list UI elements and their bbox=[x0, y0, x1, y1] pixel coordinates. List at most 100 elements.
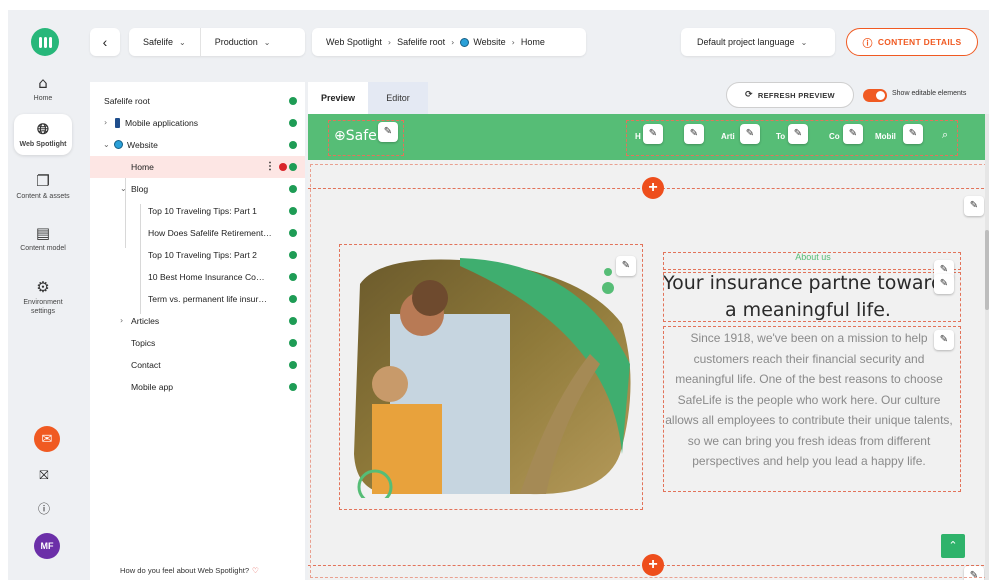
status-icon bbox=[289, 383, 297, 391]
edit-icon[interactable]: ✎ bbox=[788, 124, 808, 144]
website-icon bbox=[460, 37, 470, 47]
tree-item-mobile-applications[interactable]: › Mobile applications bbox=[90, 112, 305, 134]
breadcrumb-item[interactable]: Safelife root bbox=[397, 37, 445, 47]
tree-item-home[interactable]: Home ⋮ bbox=[90, 156, 305, 178]
status-icon bbox=[289, 163, 297, 171]
chevron-right-icon: › bbox=[387, 37, 392, 47]
rail-item-web-spotlight[interactable]: 🌐︎ Web Spotlight bbox=[14, 114, 72, 155]
chevron-down-icon: ⌄ bbox=[179, 37, 186, 47]
tree-label: Contact bbox=[131, 360, 161, 370]
avatar[interactable]: MF bbox=[34, 533, 60, 559]
tree-label: Top 10 Traveling Tips: Part 2 bbox=[148, 250, 257, 260]
chevron-right-icon[interactable]: › bbox=[104, 112, 107, 134]
rail-item-content-assets[interactable]: ❐ Content & assets bbox=[14, 172, 72, 201]
tree-item-root[interactable]: Safelife root bbox=[90, 90, 305, 112]
app-frame: ⌂ Home 🌐︎ Web Spotlight ❐ Content & asse… bbox=[8, 10, 989, 580]
environment-name: Production bbox=[214, 37, 258, 47]
project-select[interactable]: Safelife ⌄ bbox=[129, 28, 200, 56]
tree-label: Mobile applications bbox=[125, 118, 199, 128]
website-icon bbox=[114, 140, 123, 149]
language-label: Default project language bbox=[697, 37, 795, 47]
rail-label: Home bbox=[33, 95, 53, 102]
breadcrumb-item[interactable]: Home bbox=[521, 37, 545, 47]
tree-item-mobile-app[interactable]: Mobile app bbox=[90, 376, 305, 398]
show-editable-toggle[interactable] bbox=[863, 89, 887, 102]
model-icon: ▤ bbox=[35, 224, 51, 242]
mobile-icon bbox=[115, 118, 120, 128]
edit-icon[interactable]: ✎ bbox=[643, 124, 663, 144]
rail-item-environment-settings[interactable]: ⚙ Environment settings bbox=[14, 278, 72, 316]
tree-label: Articles bbox=[131, 316, 160, 326]
tab-preview[interactable]: Preview bbox=[308, 82, 368, 114]
breadcrumb: Web Spotlight › Safelife root › Website … bbox=[312, 28, 586, 56]
tree-label: Home bbox=[131, 162, 154, 172]
content-icon: ❐ bbox=[36, 172, 50, 190]
project-switcher: Safelife ⌄ Production ⌄ bbox=[129, 28, 305, 56]
scroll-to-top-icon[interactable]: ⌃ bbox=[941, 534, 965, 558]
status-icon bbox=[289, 317, 297, 325]
edit-icon[interactable]: ✎ bbox=[903, 124, 923, 144]
status-icon bbox=[289, 361, 297, 369]
tree-item-article[interactable]: How Does Safelife Retirement… bbox=[90, 222, 305, 244]
environment-select[interactable]: Production ⌄ bbox=[199, 28, 285, 56]
content-details-button[interactable]: ⓘ CONTENT DETAILS bbox=[846, 28, 978, 56]
tree-label: 10 Best Home Insurance Co… bbox=[148, 272, 265, 282]
tree-item-article[interactable]: Top 10 Traveling Tips: Part 2 bbox=[90, 244, 305, 266]
chevron-down-icon: ⌄ bbox=[263, 37, 271, 47]
tree-item-article[interactable]: Top 10 Traveling Tips: Part 1 bbox=[90, 200, 305, 222]
edit-icon[interactable]: ✎ bbox=[684, 124, 704, 144]
rail-item-content-model[interactable]: ▤ Content model bbox=[14, 224, 72, 253]
info-icon: ⓘ bbox=[862, 38, 873, 50]
status-icon bbox=[289, 141, 297, 149]
status-icon bbox=[289, 207, 297, 215]
gift-icon[interactable]: ⛝ bbox=[8, 468, 80, 483]
tree-item-blog[interactable]: ⌄ Blog bbox=[90, 178, 305, 200]
status-icon bbox=[289, 97, 297, 105]
tree-label: Website bbox=[127, 140, 158, 150]
show-editable-label: Show editable elements bbox=[892, 90, 967, 97]
rail-item-home[interactable]: ⌂ Home bbox=[14, 74, 72, 103]
globe-icon: 🌐︎ bbox=[36, 120, 49, 138]
chevron-right-icon[interactable]: › bbox=[120, 310, 123, 332]
language-select[interactable]: Default project language ⌄ bbox=[681, 28, 835, 56]
tree-item-topics[interactable]: Topics bbox=[90, 332, 305, 354]
chevron-down-icon[interactable]: ⌄ bbox=[103, 134, 110, 156]
tree-item-article[interactable]: 10 Best Home Insurance Co… bbox=[90, 266, 305, 288]
edit-icon[interactable]: ✎ bbox=[378, 122, 398, 142]
preview-scrollbar-track[interactable] bbox=[985, 114, 989, 580]
breadcrumb-item[interactable]: Web Spotlight bbox=[326, 37, 382, 47]
content-tree: Safelife root › Mobile applications ⌄ We… bbox=[90, 82, 305, 580]
more-options-icon[interactable]: ⋮ bbox=[265, 156, 275, 178]
site-preview: ⊕Safe H Arti To Co Mobil ⌕ ✎ ✎ ✎ ✎ ✎ ✎ ✎… bbox=[308, 114, 989, 580]
project-name: Safelife bbox=[143, 37, 174, 47]
breadcrumb-item[interactable]: Website bbox=[473, 37, 505, 47]
tree-label: Mobile app bbox=[131, 382, 174, 392]
rail-label: Content & assets bbox=[16, 193, 70, 200]
chat-icon[interactable]: ✉ bbox=[34, 426, 60, 452]
status-icon bbox=[289, 273, 297, 281]
chevron-right-icon: › bbox=[451, 37, 455, 47]
tree-item-website[interactable]: ⌄ Website bbox=[90, 134, 305, 156]
editable-region bbox=[310, 164, 987, 578]
tab-editor[interactable]: Editor bbox=[368, 82, 428, 114]
back-button[interactable]: ‹ bbox=[90, 28, 120, 56]
help-icon[interactable]: ⓘ bbox=[8, 500, 80, 517]
status-icon bbox=[289, 251, 297, 259]
rail-label: Environment settings bbox=[23, 299, 63, 315]
tree-item-contact[interactable]: Contact bbox=[90, 354, 305, 376]
refresh-preview-button[interactable]: ⟳ REFRESH PREVIEW bbox=[726, 82, 854, 108]
tree-label: Topics bbox=[131, 338, 156, 348]
back-icon: ‹ bbox=[102, 34, 108, 50]
app-logo[interactable] bbox=[31, 28, 59, 56]
preview-scrollbar[interactable] bbox=[985, 230, 989, 310]
left-rail: ⌂ Home 🌐︎ Web Spotlight ❐ Content & asse… bbox=[8, 10, 80, 580]
tree-item-articles[interactable]: › Articles bbox=[90, 310, 305, 332]
chevron-down-icon[interactable]: ⌄ bbox=[120, 178, 127, 200]
edit-icon[interactable]: ✎ bbox=[740, 124, 760, 144]
status-icon bbox=[289, 295, 297, 303]
refresh-icon: ⟳ bbox=[745, 90, 753, 100]
feedback-link[interactable]: How do you feel about Web Spotlight? ♡ bbox=[120, 566, 259, 575]
edit-icon[interactable]: ✎ bbox=[843, 124, 863, 144]
tree-item-article[interactable]: Term vs. permanent life insur… bbox=[90, 288, 305, 310]
tree-label: How Does Safelife Retirement… bbox=[148, 228, 272, 238]
